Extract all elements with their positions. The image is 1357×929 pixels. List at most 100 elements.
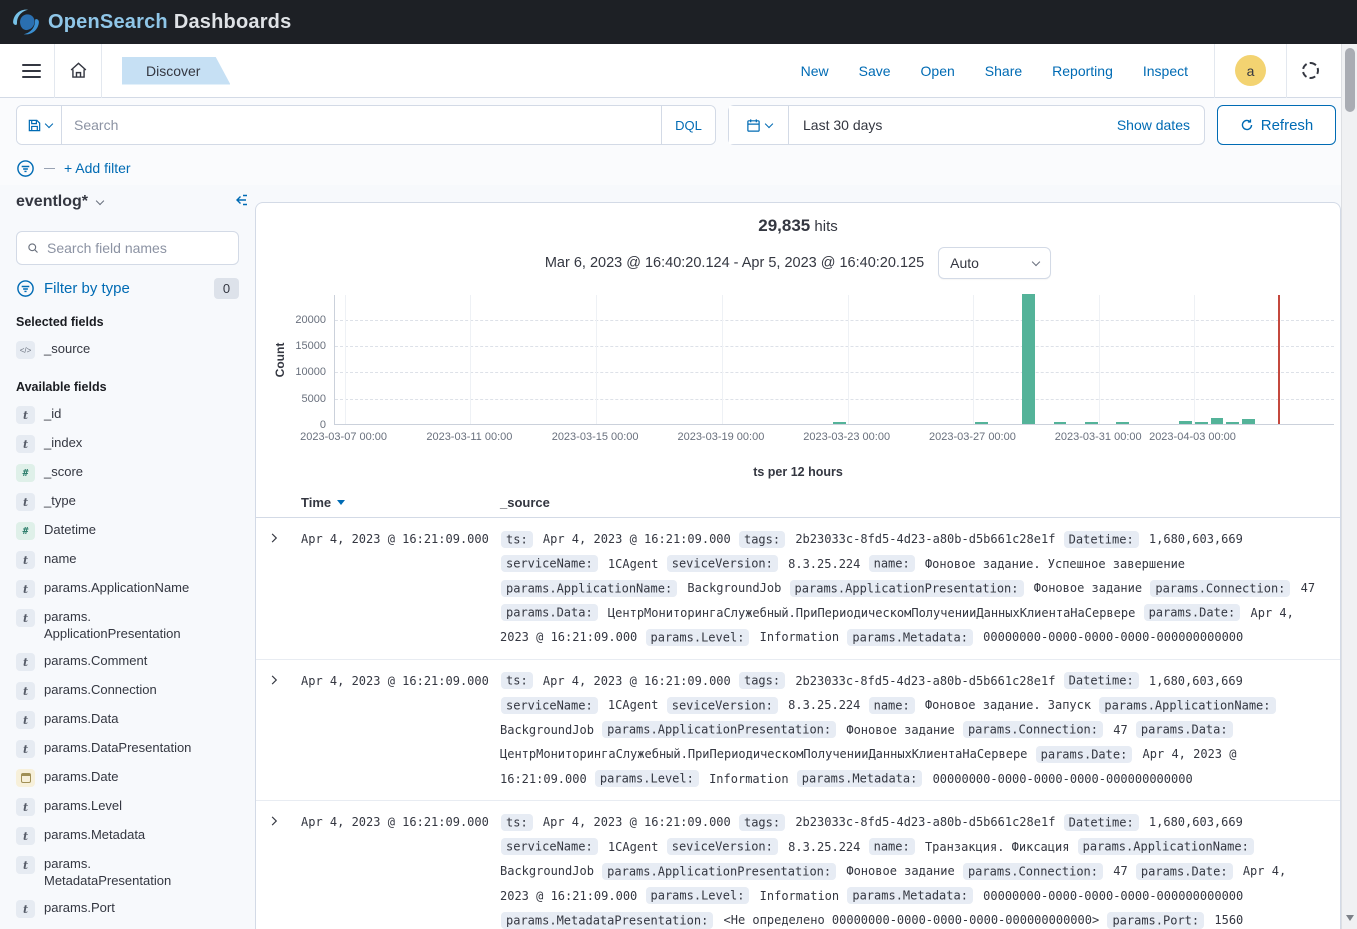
histogram-bar[interactable] [1242, 419, 1255, 424]
field-item[interactable]: t_index [16, 429, 239, 458]
source-key-badge: params.Data: [1136, 721, 1233, 738]
field-name: name [44, 550, 77, 567]
source-key-badge: tags: [739, 672, 785, 689]
show-dates-button[interactable]: Show dates [1117, 117, 1204, 133]
histogram-bar[interactable] [833, 422, 846, 424]
collapse-sidebar-icon[interactable] [234, 192, 250, 208]
expand-row-icon[interactable] [268, 669, 301, 691]
field-item[interactable]: #Datetime [16, 516, 239, 545]
time-range-value[interactable]: Last 30 days [789, 117, 882, 133]
sort-desc-icon [337, 500, 345, 509]
source-key-badge: name: [869, 697, 915, 714]
field-type-string-icon: t [16, 653, 35, 671]
field-item[interactable]: t_id [16, 400, 239, 429]
filter-icon[interactable] [16, 159, 35, 178]
divider [1214, 44, 1215, 98]
scrollbar-track[interactable] [1341, 44, 1357, 929]
table-row: Apr 4, 2023 @ 16:21:09.000ts: Apr 4, 202… [256, 660, 1340, 802]
x-gridline [345, 295, 346, 424]
source-key-badge: params.Connection: [963, 863, 1103, 880]
field-item[interactable]: tparams.​Data [16, 705, 239, 734]
histogram-bar[interactable] [1195, 422, 1208, 424]
field-item[interactable]: tparams.​ApplicationName [16, 574, 239, 603]
histogram-bar[interactable] [1116, 422, 1129, 424]
interval-select[interactable]: Auto [938, 247, 1051, 279]
nav-link-new[interactable]: New [801, 63, 829, 79]
histogram-bar[interactable] [1022, 294, 1035, 424]
documents-table: Time _source Apr 4, 2023 @ 16:21:09.000t… [256, 489, 1340, 929]
source-key-badge: params.Metadata: [847, 629, 973, 646]
field-item[interactable]: tparams.​ServerName [16, 923, 239, 929]
field-item[interactable]: tparams.​MetadataPresentation [16, 850, 239, 894]
divider [54, 44, 55, 98]
field-item[interactable]: #_score [16, 458, 239, 487]
field-item[interactable]: tparams.​DataPresentation [16, 734, 239, 763]
filter-by-type-icon [16, 279, 35, 298]
source-key-badge: Datetime: [1064, 814, 1139, 831]
search-input[interactable] [62, 106, 661, 144]
source-key-badge: params.Level: [646, 887, 750, 904]
histogram-bar[interactable] [1179, 421, 1192, 424]
saved-queries-button[interactable] [17, 106, 62, 144]
row-time: Apr 4, 2023 @ 16:21:09.000 [301, 669, 500, 792]
field-item[interactable]: tparams.​Connection [16, 676, 239, 705]
menu-hamburger-icon[interactable] [14, 54, 48, 88]
refresh-button[interactable]: Refresh [1217, 105, 1336, 145]
nav-link-open[interactable]: Open [921, 63, 955, 79]
column-header-time[interactable]: Time [301, 495, 500, 510]
field-item[interactable]: tparams.​Level [16, 792, 239, 821]
help-icon[interactable] [1293, 54, 1327, 88]
source-key-badge: params.Date: [1036, 746, 1133, 763]
avatar[interactable]: a [1235, 55, 1266, 86]
y-axis-label: Count [273, 330, 287, 390]
field-item[interactable]: params.​Date [16, 763, 239, 792]
y-tick-label: 20000 [264, 314, 326, 326]
y-gridline [335, 320, 1334, 321]
filter-by-type-button[interactable]: Filter by type [44, 280, 130, 297]
histogram-bar[interactable] [975, 422, 988, 424]
field-item[interactable]: tparams.​Metadata [16, 821, 239, 850]
histogram-bar[interactable] [1211, 418, 1224, 424]
nav-link-inspect[interactable]: Inspect [1143, 63, 1188, 79]
calendar-icon[interactable] [729, 106, 789, 144]
opensearch-logo-icon[interactable] [13, 9, 39, 35]
y-gridline [335, 399, 1334, 400]
expand-row-icon[interactable] [268, 527, 301, 549]
nav-link-share[interactable]: Share [985, 63, 1022, 79]
field-item[interactable]: tparams.​Comment [16, 647, 239, 676]
y-gridline [335, 372, 1334, 373]
source-key-badge: params.Data: [501, 604, 598, 621]
field-name: _score [44, 463, 83, 480]
field-item[interactable]: t_type [16, 487, 239, 516]
nav-link-reporting[interactable]: Reporting [1052, 63, 1113, 79]
row-source: ts: Apr 4, 2023 @ 16:21:09.000 tags: 2b2… [500, 527, 1322, 650]
scrollbar-down-arrow[interactable] [1346, 915, 1354, 925]
source-key-badge: serviceName: [501, 838, 598, 855]
field-item[interactable]: tparams.​ApplicationPresentation [16, 603, 239, 647]
histogram-bar[interactable] [1226, 422, 1239, 424]
x-gridline [973, 295, 974, 424]
histogram-bar[interactable] [1085, 422, 1098, 424]
home-icon[interactable] [61, 54, 95, 88]
field-name: params.​Data [44, 710, 118, 727]
index-pattern-switcher[interactable]: eventlog* [16, 193, 239, 211]
histogram-bar[interactable] [1054, 422, 1067, 424]
tab-discover[interactable]: Discover [122, 57, 230, 85]
field-item[interactable]: tparams.​Port [16, 894, 239, 923]
field-search-input[interactable] [47, 240, 228, 256]
add-filter-button[interactable]: + Add filter [64, 160, 131, 176]
query-language-button[interactable]: DQL [661, 106, 715, 144]
nav-link-save[interactable]: Save [859, 63, 891, 79]
chevron-down-icon [96, 196, 104, 204]
field-item[interactable]: </>_source [16, 335, 239, 364]
field-type-string-icon: t [16, 406, 35, 424]
source-key-badge: Datetime: [1064, 672, 1139, 689]
source-key-badge: params.ApplicationName: [501, 580, 677, 597]
scrollbar-thumb[interactable] [1345, 48, 1355, 112]
expand-row-icon[interactable] [268, 810, 301, 832]
header-nav: Discover New Save Open Share Reporting Inspec… [0, 44, 1341, 98]
field-item[interactable]: tname [16, 545, 239, 574]
top-banner: OpenSearchDashboards [0, 0, 1357, 44]
date-picker: Last 30 days Show dates [728, 105, 1205, 145]
source-key-badge: tags: [739, 531, 785, 548]
